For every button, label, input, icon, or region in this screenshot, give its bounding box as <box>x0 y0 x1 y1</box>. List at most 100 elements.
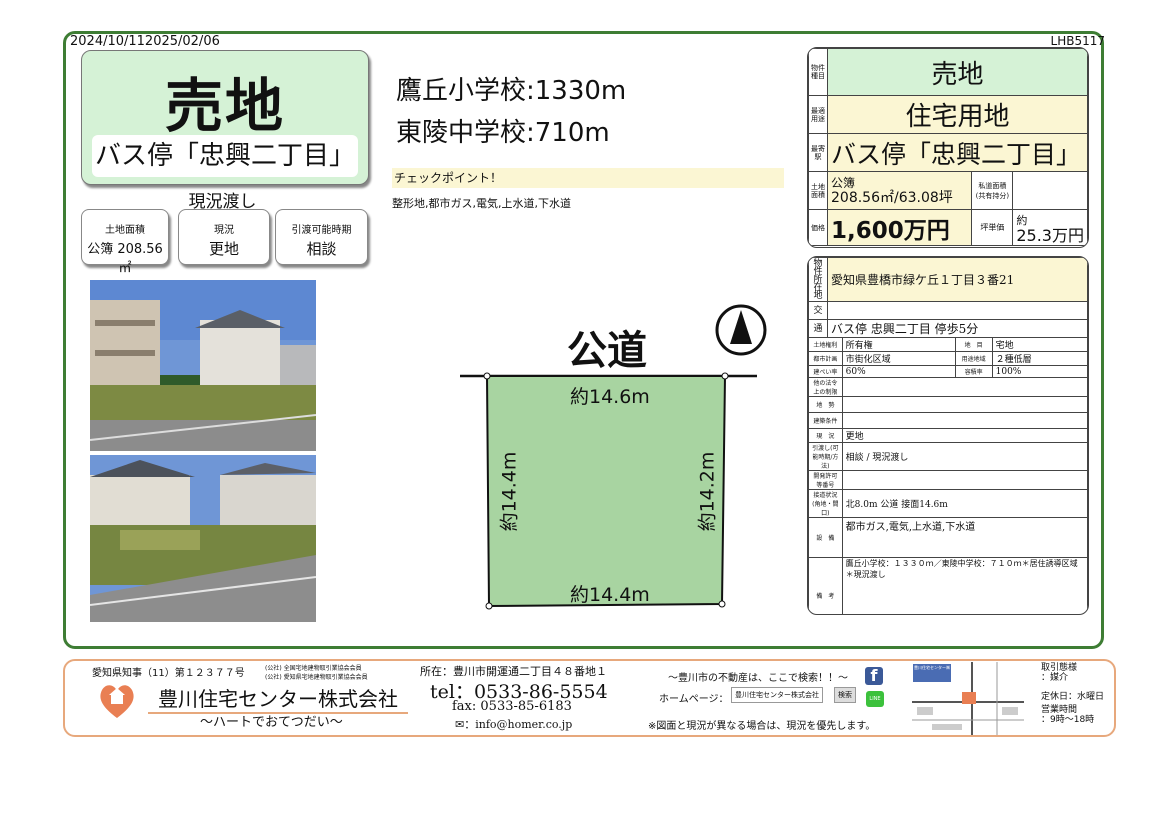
title-panel: 売地 バス停「忠興二丁目」 <box>81 50 369 185</box>
junior-high-school: 東陵中学校:710m <box>396 118 610 148</box>
info-use: 住宅用地 <box>827 95 1088 134</box>
dimension-right: 約14.2m <box>696 451 719 532</box>
summary-area-label: 土地面積 <box>105 225 145 236</box>
info-terrain <box>841 396 1088 413</box>
summary-status: 現況 更地 <box>178 209 270 265</box>
summary-area-value: 公簿 208.56㎡ <box>87 242 163 276</box>
label-remarks: 備 考 <box>808 557 843 614</box>
property-photo-1 <box>90 280 316 451</box>
info-station: バス停「忠興二丁目」 <box>827 133 1088 172</box>
disclaimer-note: ※図面と現況が異なる場合は、現況を優先します。 <box>648 721 876 732</box>
summary-handover: 引渡可能時期 相談 <box>275 209 368 265</box>
checkpoint-features: 整形地,都市ガス,電気,上水道,下水道 <box>392 197 571 210</box>
facebook-icon[interactable]: f <box>865 667 883 685</box>
label-address: 物件所在地 <box>808 257 828 302</box>
label-use: 最適用途 <box>808 95 828 134</box>
homepage-label: ホームページ： <box>659 694 729 705</box>
search-slogan: ～豊川市の不動産は、ここで検索！！～ <box>668 673 848 684</box>
holiday: 定休日：水曜日 <box>1041 692 1105 702</box>
label-area: 土地面積 <box>808 171 828 210</box>
checkpoint-title: チェックポイント！ <box>392 168 784 188</box>
info-bcr: 60% <box>841 365 956 378</box>
business-hours-value: ：9時～18時 <box>1041 715 1095 725</box>
deal-type: 取引態様 ：媒介 <box>1041 663 1077 683</box>
dimension-top: 約14.6m <box>570 386 650 408</box>
mail-icon: ✉ <box>455 718 465 731</box>
info-equipment: 都市ガス,電気,上水道,下水道 <box>841 517 1088 558</box>
info-handover: 相談 / 現況渡し <box>841 442 1088 471</box>
info-traffic: バス停 忠興二丁目 停歩5分 <box>827 319 1088 338</box>
association-1: (公社) 全国宅地建物取引業協会会員 <box>265 665 362 672</box>
info-chimoku: 宅地 <box>991 337 1088 352</box>
label-build-condition: 建築条件 <box>808 412 843 429</box>
summary-handover-label: 引渡可能時期 <box>291 225 352 236</box>
label-station: 最寄駅 <box>808 133 828 172</box>
dimension-left: 約14.4m <box>498 451 521 532</box>
property-photo-2 <box>90 455 316 622</box>
label-equipment: 設 備 <box>808 517 843 558</box>
label-unit-price: 坪単価 <box>971 209 1014 246</box>
date-range: 2024/10/112025/02/06 <box>70 34 220 49</box>
deal-type-value: ：媒介 <box>1041 673 1069 683</box>
company-email-text: ：info@homer.co.jp <box>464 718 573 731</box>
company-fax: fax: 0533-85-6183 <box>452 699 572 714</box>
license-number: 愛知県知事（11）第１２３７７号 <box>92 668 245 679</box>
info-price: 1,600万円 <box>826 209 973 246</box>
deal-type-label: 取引態様 <box>1041 663 1078 673</box>
summary-area: 土地面積 公簿 208.56㎡ <box>81 209 169 276</box>
homepage-search-box[interactable]: 豊川住宅センター株式会社 <box>731 687 823 703</box>
info-rights: 所有権 <box>841 337 956 352</box>
company-name: 豊川住宅センター株式会社 <box>148 683 408 714</box>
info-remarks: 鷹丘小学校：１３３０ｍ／東陵中学校：７１０ｍ＊居住誘導区域＊現況渡し <box>841 557 1088 614</box>
business-hours: 営業時間 ：9時～18時 <box>1041 705 1094 725</box>
info-road: 北8.0m 公道 接面14.6m <box>841 489 1088 518</box>
property-code: LHB5117 <box>1050 34 1105 48</box>
label-status: 現 況 <box>808 428 843 443</box>
label-bcr: 建ぺい率 <box>808 365 843 378</box>
label-road: 接道状況(角地・間口) <box>808 489 843 518</box>
label-zone: 用途地域 <box>954 351 993 366</box>
company-slogan: ～ハートでおてつだい～ <box>200 715 343 730</box>
info-private-road <box>1012 171 1088 210</box>
label-dev-permit: 開発許可等番号 <box>808 470 843 490</box>
label-other-law: 他の法令上の制限 <box>808 377 843 397</box>
info-zone: ２種低層 <box>991 351 1088 366</box>
info-far: 100% <box>991 365 1088 378</box>
business-hours-label: 営業時間 <box>1041 705 1078 715</box>
label-private-road-sub: (共有持分) <box>975 191 1010 200</box>
association-2: (公社) 愛知県宅地建物取引業協会会員 <box>265 674 368 681</box>
label-terrain: 地 勢 <box>808 396 843 413</box>
property-type-title: 売地 <box>164 72 285 140</box>
label-type: 物件種目 <box>808 48 828 96</box>
bus-stop-label: バス停「忠興二丁目」 <box>92 135 358 177</box>
search-button[interactable]: 検索 <box>834 687 856 703</box>
info-detail-box: 物件所在地 愛知県豊橋市緑ケ丘１丁目３番21 交 通 バス停 忠興二丁目 停歩5… <box>807 256 1089 615</box>
company-email: ✉：info@homer.co.jp <box>455 716 572 732</box>
road-label: 公道 <box>567 328 647 374</box>
access-map <box>912 662 1024 735</box>
map-title: 豊川住宅センター㈱ <box>914 665 950 670</box>
label-handover: 引渡し(可能時期/方法) <box>808 442 843 471</box>
label-traffic-1: 交 <box>808 301 828 320</box>
info-area-kind: 公簿 <box>831 175 856 190</box>
summary-status-value: 更地 <box>208 240 239 258</box>
info-city-plan: 市街化区域 <box>841 351 956 366</box>
label-rights: 土地権利 <box>808 337 843 352</box>
label-price: 価格 <box>808 209 828 246</box>
info-dev-permit <box>841 470 1088 490</box>
info-area: 208.56㎡/63.08坪 <box>831 189 953 206</box>
line-icon[interactable]: LINE <box>866 691 884 707</box>
dimension-bottom: 約14.4m <box>570 584 650 606</box>
info-address: 愛知県豊橋市緑ケ丘１丁目３番21 <box>827 257 1088 302</box>
summary-handover-value: 相談 <box>306 240 337 258</box>
heart-logo-icon <box>100 685 134 718</box>
label-private-road: 私道面積 <box>978 181 1007 190</box>
info-status: 更地 <box>841 428 1088 443</box>
label-chimoku: 地 目 <box>954 337 993 352</box>
north-arrow-icon <box>715 304 767 356</box>
info-summary-box: 物件種目 売地 最適用途 住宅用地 最寄駅 バス停「忠興二丁目」 土地面積 公簿… <box>807 47 1089 248</box>
label-traffic-2: 通 <box>808 319 828 338</box>
label-far: 容積率 <box>954 365 993 378</box>
info-type: 売地 <box>827 48 1088 96</box>
info-unit-price: 25.3万円 <box>1016 225 1084 245</box>
